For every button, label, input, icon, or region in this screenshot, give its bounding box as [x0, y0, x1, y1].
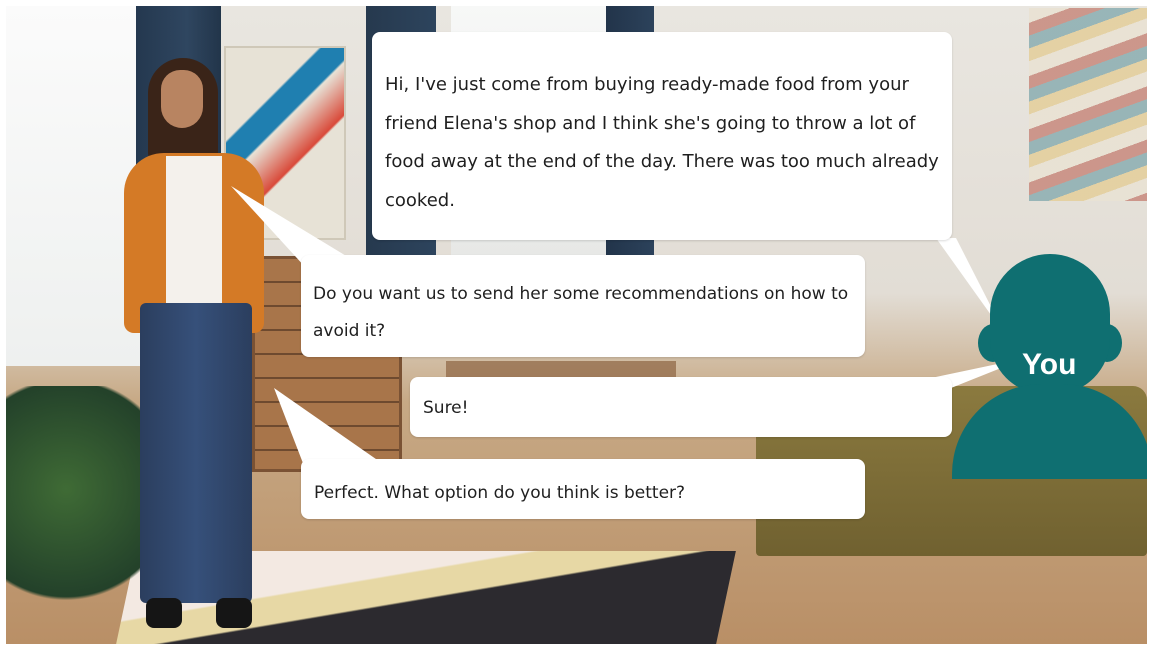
speech-bubble-player-reply: Sure! [410, 377, 952, 437]
avatar-label: You [1022, 348, 1077, 381]
scene-background: You Hi, I've just come from buying ready… [6, 6, 1147, 644]
avatar-body [952, 384, 1147, 479]
player-avatar: You [952, 254, 1147, 479]
speech-bubble-character-offer: Do you want us to send her some recommen… [301, 255, 865, 357]
speech-bubble-character-question: Perfect. What option do you think is bet… [301, 459, 865, 519]
speech-bubble-player-statement: Hi, I've just come from buying ready-mad… [372, 32, 952, 240]
